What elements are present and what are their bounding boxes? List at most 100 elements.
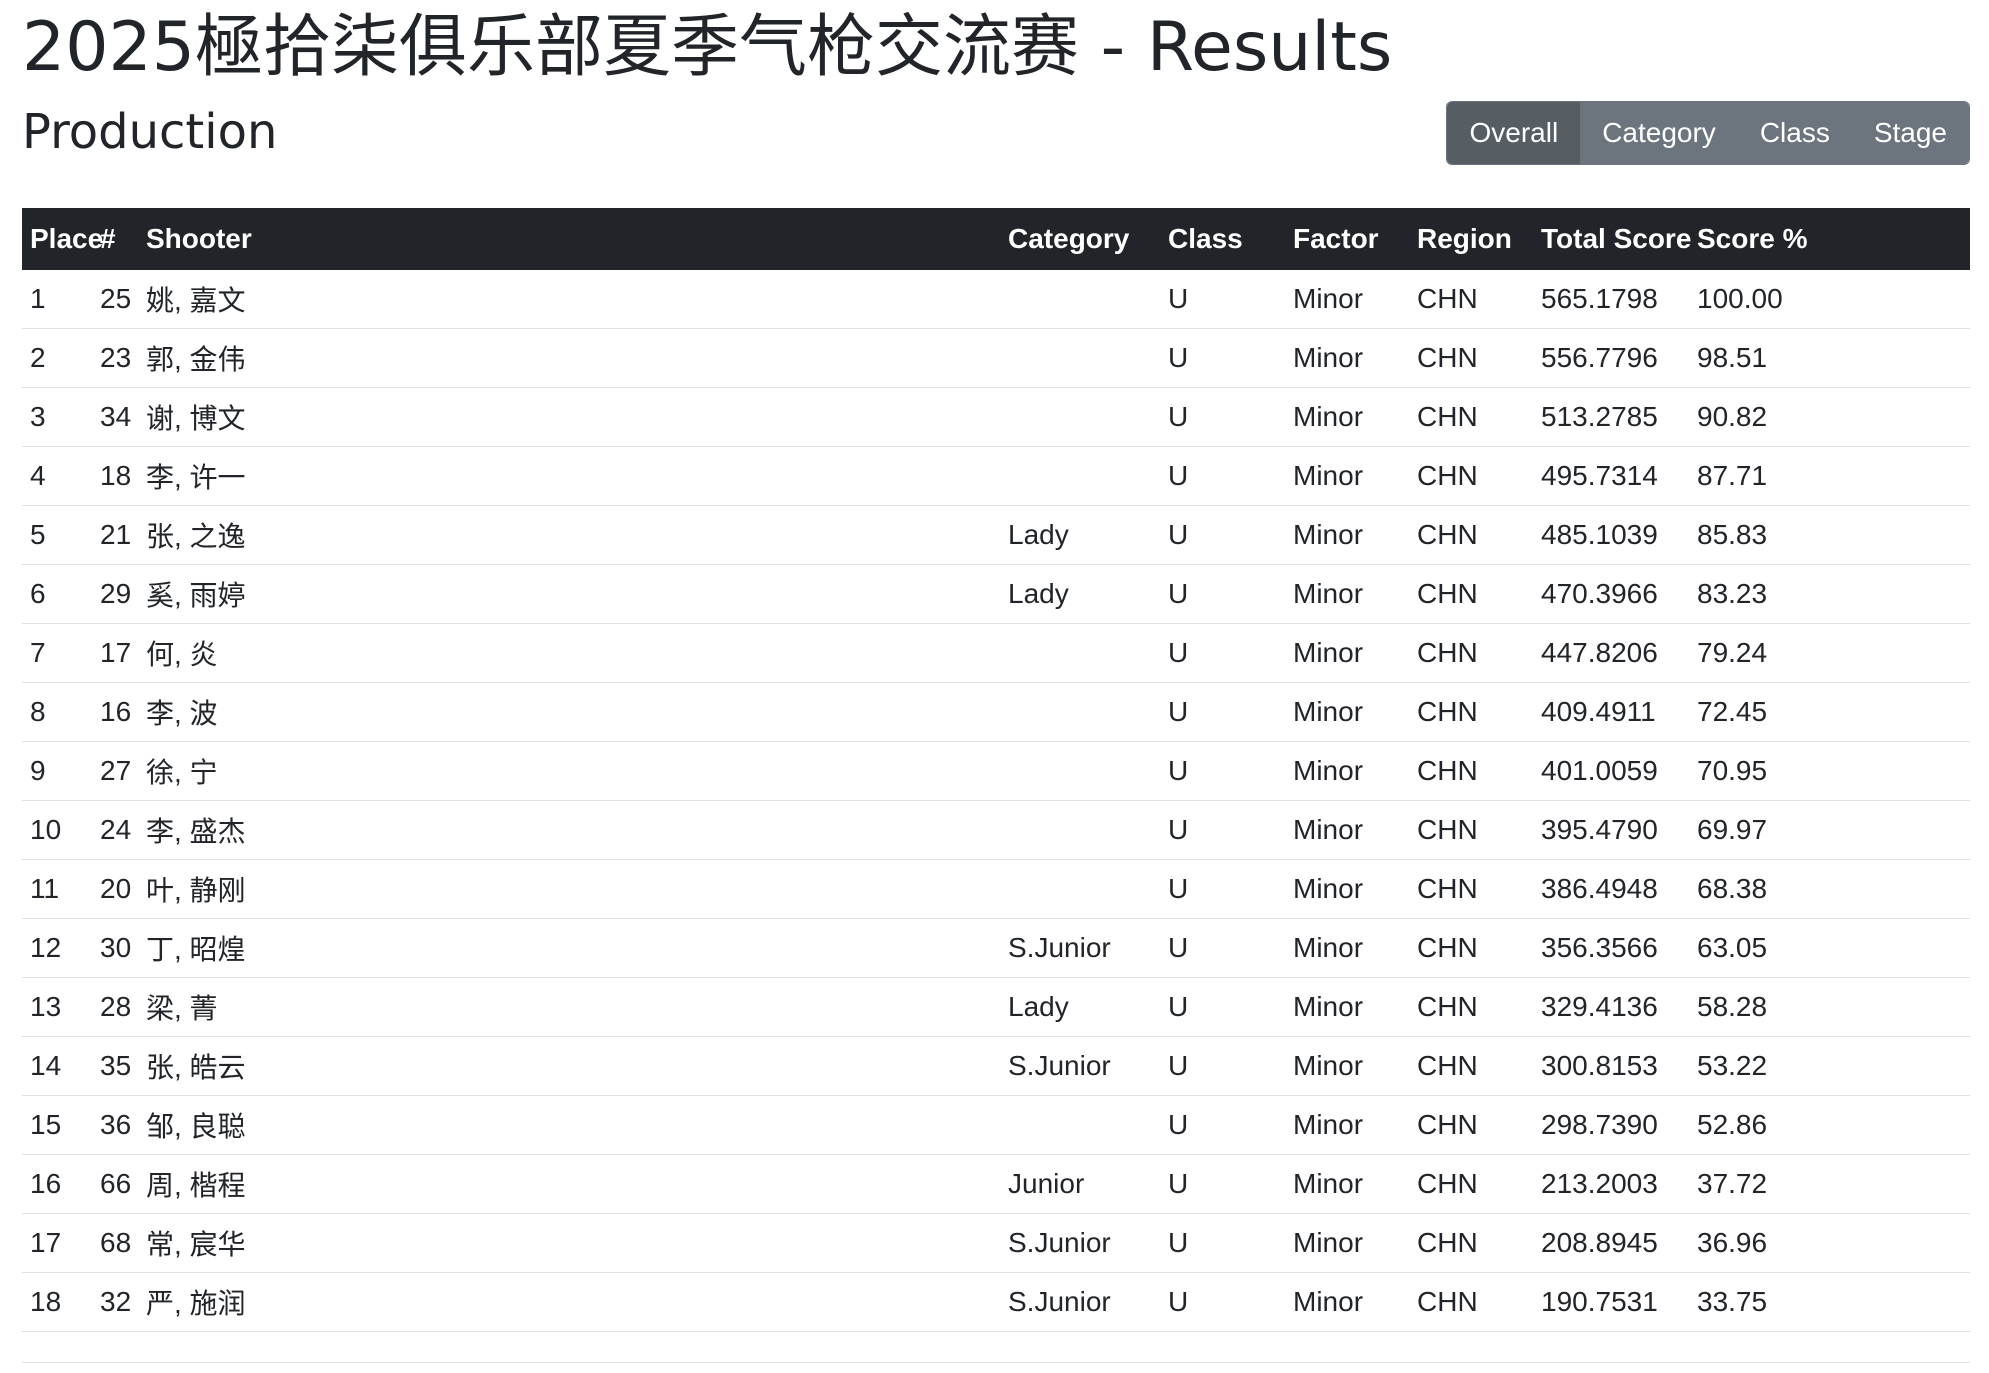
class-cell: U (1160, 1213, 1285, 1273)
number-cell: 20 (92, 859, 138, 919)
column-header-total-score[interactable]: Total Score (1533, 208, 1691, 270)
score-percent-cell: 98.51 (1689, 328, 1970, 388)
number-cell: 29 (92, 564, 138, 624)
shooter-cell[interactable]: 李, 波 (138, 682, 1000, 742)
score-percent-cell: 79.24 (1689, 623, 1970, 683)
place-cell: 15 (22, 1095, 92, 1155)
score-percent-cell: 53.22 (1689, 1036, 1970, 1096)
class-cell: U (1160, 1036, 1285, 1096)
total-score-cell: 386.4948 (1533, 859, 1689, 919)
table-row[interactable]: 16 66 周, 楷程 Junior U Minor CHN 213.2003 37.72 (22, 1154, 1970, 1214)
class-cell: U (1160, 328, 1285, 388)
score-percent-cell: 72.45 (1689, 682, 1970, 742)
shooter-cell[interactable]: 李, 盛杰 (138, 800, 1000, 860)
table-row[interactable]: 5 21 张, 之逸 Lady U Minor CHN 485.1039 85.83 (22, 505, 1970, 565)
column-header-region[interactable]: Region (1409, 208, 1533, 270)
number-cell: 35 (92, 1036, 138, 1096)
factor-cell: Minor (1285, 1272, 1409, 1332)
class-cell: U (1160, 977, 1285, 1037)
factor-cell: Minor (1285, 918, 1409, 978)
shooter-cell[interactable]: 徐, 宁 (138, 741, 1000, 801)
shooter-cell[interactable]: 谢, 博文 (138, 387, 1000, 447)
table-row[interactable]: 2 23 郭, 金伟 U Minor CHN 556.7796 98.51 (22, 328, 1970, 388)
table-row[interactable]: 3 34 谢, 博文 U Minor CHN 513.2785 90.82 (22, 387, 1970, 447)
column-header-factor[interactable]: Factor (1285, 208, 1409, 270)
factor-cell: Minor (1285, 623, 1409, 683)
table-row[interactable]: 18 32 严, 施润 S.Junior U Minor CHN 190.7531 33.75 (22, 1272, 1970, 1332)
table-row[interactable]: 10 24 李, 盛杰 U Minor CHN 395.4790 69.97 (22, 800, 1970, 860)
table-row[interactable]: 15 36 邹, 良聪 U Minor CHN 298.7390 52.86 (22, 1095, 1970, 1155)
factor-cell: Minor (1285, 1036, 1409, 1096)
shooter-cell[interactable]: 郭, 金伟 (138, 328, 1000, 388)
table-row[interactable]: 4 18 李, 许一 U Minor CHN 495.7314 87.71 (22, 446, 1970, 506)
table-row[interactable]: 1 25 姚, 嘉文 U Minor CHN 565.1798 100.00 (22, 270, 1970, 329)
total-score-cell: 495.7314 (1533, 446, 1689, 506)
shooter-cell[interactable]: 李, 许一 (138, 446, 1000, 506)
column-header-class[interactable]: Class (1160, 208, 1285, 270)
shooter-cell[interactable]: 丁, 昭煌 (138, 918, 1000, 978)
table-body: 1 25 姚, 嘉文 U Minor CHN 565.1798 100.00 2 23 郭, 金伟 U… (22, 270, 1970, 1332)
factor-cell: Minor (1285, 328, 1409, 388)
score-percent-cell: 83.23 (1689, 564, 1970, 624)
column-header-category[interactable]: Category (1000, 208, 1160, 270)
shooter-cell[interactable]: 张, 皓云 (138, 1036, 1000, 1096)
table-header: Place # Shooter Category Class Factor Re… (22, 208, 1970, 270)
table-row[interactable]: 7 17 何, 炎 U Minor CHN 447.8206 79.24 (22, 623, 1970, 683)
shooter-cell[interactable]: 张, 之逸 (138, 505, 1000, 565)
total-score-cell: 401.0059 (1533, 741, 1689, 801)
region-cell: CHN (1409, 1036, 1533, 1096)
category-cell: Lady (1000, 505, 1160, 565)
table-row[interactable]: 17 68 常, 宸华 S.Junior U Minor CHN 208.8945 36.96 (22, 1213, 1970, 1273)
total-score-cell: 409.4911 (1533, 682, 1689, 742)
shooter-cell[interactable]: 叶, 静刚 (138, 859, 1000, 919)
column-header-score-percent[interactable]: Score % (1689, 208, 1970, 270)
factor-cell: Minor (1285, 270, 1409, 329)
table-row[interactable]: 14 35 张, 皓云 S.Junior U Minor CHN 300.8153 53.22 (22, 1036, 1970, 1096)
shooter-cell[interactable]: 姚, 嘉文 (138, 270, 1000, 329)
total-score-cell: 485.1039 (1533, 505, 1689, 565)
region-cell: CHN (1409, 505, 1533, 565)
table-row[interactable]: 8 16 李, 波 U Minor CHN 409.4911 72.45 (22, 682, 1970, 742)
shooter-cell[interactable]: 奚, 雨婷 (138, 564, 1000, 624)
shooter-cell[interactable]: 梁, 菁 (138, 977, 1000, 1037)
category-cell (1000, 859, 1160, 919)
total-score-cell: 470.3966 (1533, 564, 1689, 624)
shooter-cell[interactable]: 何, 炎 (138, 623, 1000, 683)
table-row[interactable]: 11 20 叶, 静刚 U Minor CHN 386.4948 68.38 (22, 859, 1970, 919)
category-cell (1000, 682, 1160, 742)
region-cell: CHN (1409, 1154, 1533, 1214)
category-button[interactable]: Category (1580, 102, 1738, 164)
table-row[interactable]: 13 28 梁, 菁 Lady U Minor CHN 329.4136 58.28 (22, 977, 1970, 1037)
score-percent-cell: 85.83 (1689, 505, 1970, 565)
category-cell (1000, 800, 1160, 860)
table-row[interactable]: 9 27 徐, 宁 U Minor CHN 401.0059 70.95 (22, 741, 1970, 801)
factor-cell: Minor (1285, 387, 1409, 447)
shooter-cell[interactable]: 常, 宸华 (138, 1213, 1000, 1273)
factor-cell: Minor (1285, 977, 1409, 1037)
class-cell: U (1160, 564, 1285, 624)
table-row[interactable]: 6 29 奚, 雨婷 Lady U Minor CHN 470.3966 83.23 (22, 564, 1970, 624)
place-cell: 4 (22, 446, 92, 506)
table-row[interactable]: 12 30 丁, 昭煌 S.Junior U Minor CHN 356.3566 63.05 (22, 918, 1970, 978)
total-score-cell: 190.7531 (1533, 1272, 1689, 1332)
score-percent-cell: 37.72 (1689, 1154, 1970, 1214)
total-score-cell: 298.7390 (1533, 1095, 1689, 1155)
class-cell: U (1160, 270, 1285, 329)
class-cell: U (1160, 505, 1285, 565)
stage-button[interactable]: Stage (1851, 102, 1969, 164)
class-button[interactable]: Class (1737, 102, 1852, 164)
shooter-cell[interactable]: 周, 楷程 (138, 1154, 1000, 1214)
region-cell: CHN (1409, 387, 1533, 447)
number-cell: 30 (92, 918, 138, 978)
score-percent-cell: 63.05 (1689, 918, 1970, 978)
column-header-place[interactable]: Place (22, 208, 103, 270)
shooter-cell[interactable]: 邹, 良聪 (138, 1095, 1000, 1155)
overall-button[interactable]: Overall (1447, 102, 1581, 164)
factor-cell: Minor (1285, 1213, 1409, 1273)
category-cell: S.Junior (1000, 1036, 1160, 1096)
class-cell: U (1160, 446, 1285, 506)
shooter-cell[interactable]: 严, 施润 (138, 1272, 1000, 1332)
category-cell (1000, 623, 1160, 683)
column-header-shooter[interactable]: Shooter (138, 208, 1000, 270)
region-cell: CHN (1409, 741, 1533, 801)
